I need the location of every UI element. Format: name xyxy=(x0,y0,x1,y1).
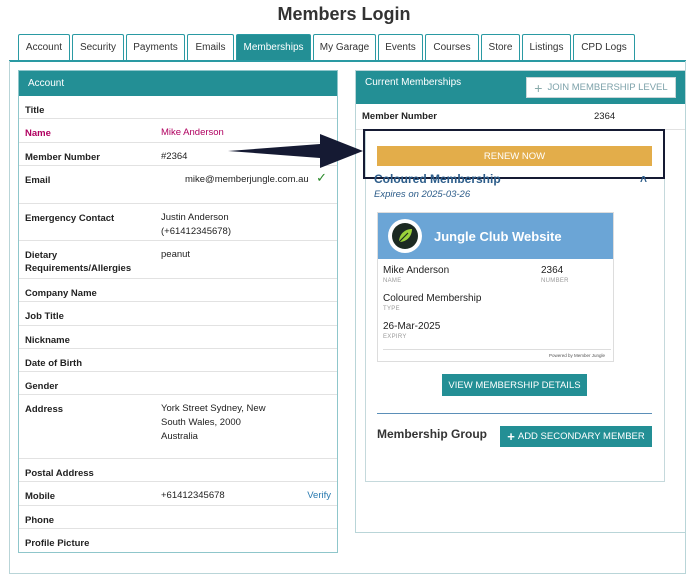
field-value: #2364 xyxy=(161,151,188,162)
field-label: Company Name xyxy=(25,288,97,299)
field-label: Member Number xyxy=(25,152,100,163)
page-title: Members Login xyxy=(277,4,411,24)
tab-payments[interactable]: Payments xyxy=(126,34,185,60)
field-label: Profile Picture xyxy=(25,538,90,549)
tab-my-garage[interactable]: My Garage xyxy=(313,34,376,60)
tab-security[interactable]: Security xyxy=(72,34,124,60)
member-number-row: Member Number 2364 xyxy=(356,104,685,130)
card-name-caption: NAME xyxy=(383,278,402,284)
field-label: Email xyxy=(25,175,51,186)
field-value: +61412345678 xyxy=(161,490,225,501)
join-membership-button[interactable]: + JOIN MEMBERSHIP LEVEL xyxy=(526,77,676,98)
tab-courses[interactable]: Courses xyxy=(425,34,479,60)
member-number-value: 2364 xyxy=(594,111,616,122)
account-row-dietary: Dietary Requirements/Allergies peanut xyxy=(19,241,337,279)
account-row-company-name: Company Name xyxy=(19,279,337,302)
card-divider xyxy=(383,349,611,350)
card-membership-type: Coloured Membership xyxy=(383,293,482,304)
account-row-mobile: Mobile +61412345678 Verify xyxy=(19,482,337,506)
field-label: Title xyxy=(25,105,45,116)
field-value: peanut xyxy=(161,249,191,260)
renew-now-button[interactable]: RENEW NOW xyxy=(377,146,652,166)
verified-check-icon: ✓ xyxy=(316,170,327,185)
tab-cpd-logs[interactable]: CPD Logs xyxy=(573,34,635,60)
field-label: Job Title xyxy=(25,311,64,322)
account-row-job-title: Job Title xyxy=(19,302,337,326)
field-value: York Street Sydney, New South Wales, 200… xyxy=(161,403,266,442)
account-row-email: Email mike@memberjungle.com.au ✓ xyxy=(19,166,337,204)
account-row-title: Title xyxy=(19,96,337,119)
account-row-name: Name Mike Anderson xyxy=(19,119,337,143)
account-row-gender: Gender xyxy=(19,372,337,395)
membership-name: Coloured Membership xyxy=(374,172,501,186)
field-label: Dietary Requirements/Allergies xyxy=(25,250,132,274)
tab-bar: Account Security Payments Emails Members… xyxy=(18,34,637,61)
plus-icon: + xyxy=(534,79,543,96)
club-name: Jungle Club Website xyxy=(434,228,562,244)
field-label: Postal Address xyxy=(25,468,94,479)
verify-mobile-link[interactable]: Verify xyxy=(307,490,331,501)
account-panel: Account Title Name Mike Anderson Member … xyxy=(18,70,338,553)
membership-card-header: Jungle Club Website xyxy=(378,213,613,259)
membership-expiry: Expires on 2025-03-26 xyxy=(374,189,471,200)
membership-card: Jungle Club Website Mike Anderson NAME 2… xyxy=(377,212,614,362)
account-row-address: Address York Street Sydney, New South Wa… xyxy=(19,395,337,459)
memberships-panel-title: Current Memberships xyxy=(365,77,462,88)
field-label: Name xyxy=(25,128,51,139)
account-row-emergency-contact: Emergency Contact Justin Anderson (+6141… xyxy=(19,204,337,241)
account-row-profile-picture: Profile Picture xyxy=(19,529,337,552)
tab-store[interactable]: Store xyxy=(481,34,520,60)
club-logo-icon xyxy=(388,219,422,253)
field-value: Mike Anderson xyxy=(161,127,224,138)
card-type-caption: TYPE xyxy=(383,306,400,312)
field-label: Gender xyxy=(25,381,59,392)
field-label: Mobile xyxy=(25,491,56,502)
card-number-caption: NUMBER xyxy=(541,278,569,284)
card-expiry: 26-Mar-2025 xyxy=(383,321,441,332)
field-label: Nickname xyxy=(25,335,70,346)
section-divider xyxy=(377,413,652,414)
join-membership-label: JOIN MEMBERSHIP LEVEL xyxy=(547,82,668,93)
field-label: Phone xyxy=(25,515,55,526)
account-row-postal-address: Postal Address xyxy=(19,459,337,482)
tab-account[interactable]: Account xyxy=(18,34,70,60)
member-number-label: Member Number xyxy=(362,111,437,122)
collapse-chevron-icon[interactable]: ˄ xyxy=(640,172,647,186)
field-value: mike@memberjungle.com.au xyxy=(185,174,309,185)
add-secondary-member-button[interactable]: + ADD SECONDARY MEMBER xyxy=(500,426,652,447)
account-row-date-of-birth: Date of Birth xyxy=(19,349,337,372)
field-label: Address xyxy=(25,404,64,415)
account-row-phone: Phone xyxy=(19,506,337,529)
view-membership-details-button[interactable]: VIEW MEMBERSHIP DETAILS xyxy=(442,374,587,396)
field-value: Justin Anderson (+61412345678) xyxy=(161,212,231,237)
card-member-name: Mike Anderson xyxy=(383,265,450,276)
tab-emails[interactable]: Emails xyxy=(187,34,234,60)
add-secondary-member-label: ADD SECONDARY MEMBER xyxy=(517,431,645,442)
card-expiry-caption: EXPIRY xyxy=(383,334,407,340)
card-powered-by: Powered by Member Jungle xyxy=(548,353,605,358)
tab-listings[interactable]: Listings xyxy=(522,34,571,60)
field-label: Date of Birth xyxy=(25,358,82,369)
account-row-nickname: Nickname xyxy=(19,326,337,349)
account-row-member-number: Member Number #2364 xyxy=(19,143,337,166)
tab-memberships[interactable]: Memberships xyxy=(236,34,311,60)
field-label: Emergency Contact xyxy=(25,213,115,224)
plus-icon: + xyxy=(507,429,515,444)
membership-group-label: Membership Group xyxy=(377,427,488,441)
tab-events[interactable]: Events xyxy=(378,34,423,60)
account-panel-header: Account xyxy=(19,71,337,96)
card-member-number: 2364 xyxy=(541,265,564,276)
